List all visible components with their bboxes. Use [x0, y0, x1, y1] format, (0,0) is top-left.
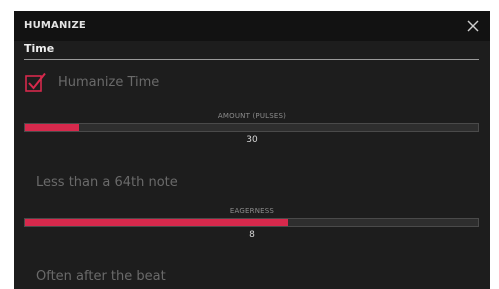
dialog-titlebar: HUMANIZE: [14, 11, 490, 41]
checkmark-icon: [25, 72, 46, 92]
dialog-title: HUMANIZE: [24, 20, 86, 31]
humanize-time-label[interactable]: Humanize Time: [58, 75, 159, 90]
amount-label: AMOUNT (PULSES): [217, 112, 287, 120]
section-title-time: Time: [24, 42, 55, 55]
humanize-time-checkbox[interactable]: [25, 72, 46, 92]
eagerness-value: 8: [249, 230, 255, 240]
amount-value: 30: [246, 135, 258, 145]
humanize-dialog: HUMANIZE Time Humanize Time AMOUNT (PULS…: [14, 11, 490, 289]
amount-slider-fill: [25, 124, 80, 131]
close-icon[interactable]: [464, 15, 482, 35]
section-divider: [24, 59, 479, 60]
amount-slider[interactable]: [24, 123, 479, 132]
eagerness-slider[interactable]: [24, 218, 479, 227]
amount-description: Less than a 64th note: [36, 175, 178, 190]
eagerness-slider-fill: [25, 219, 288, 226]
eagerness-label: EAGERNESS: [229, 207, 275, 215]
eagerness-description: Often after the beat: [36, 269, 166, 284]
